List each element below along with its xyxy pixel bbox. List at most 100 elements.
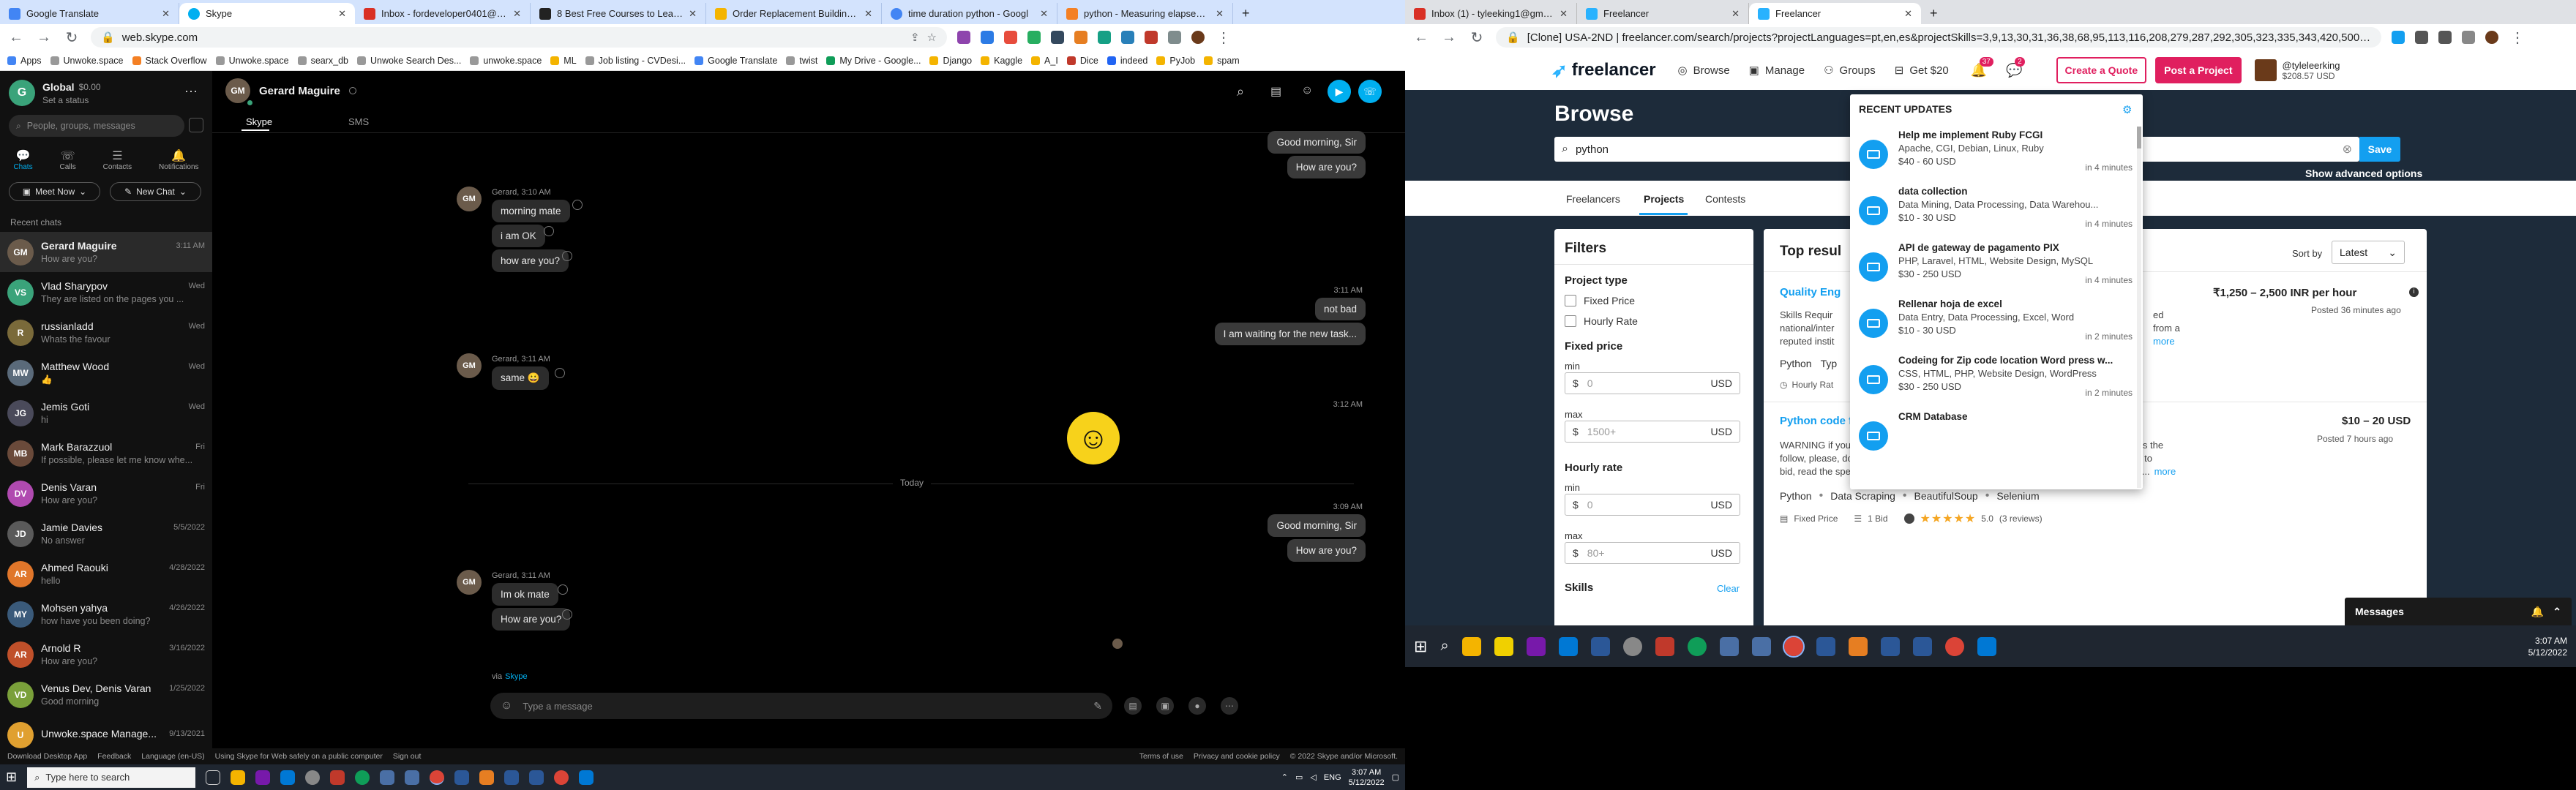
terms-link[interactable]: Terms of use	[1139, 752, 1183, 761]
language-indicator[interactable]: ENG	[1324, 773, 1341, 782]
hourly-min-input[interactable]: $0 USD	[1565, 494, 1740, 516]
nav-groups[interactable]: ⚇ Groups	[1824, 64, 1876, 78]
skype-link[interactable]: Skype	[505, 672, 528, 681]
chat-list-item[interactable]: R russianladd Wed Whats the favour	[0, 312, 212, 353]
bookmark[interactable]: Unwoke.space	[50, 56, 124, 66]
message-bubble[interactable]: I am waiting for the new task...	[1214, 323, 1366, 345]
calendar-icon[interactable]	[280, 770, 296, 785]
windows-start-icon[interactable]: ⊞	[6, 770, 17, 785]
bookmark[interactable]: Job listing - CVDesi...	[585, 56, 686, 66]
chat-list-item[interactable]: VS Vlad Sharypov Wed They are listed on t…	[0, 272, 212, 312]
windows-start-icon[interactable]: ⊞	[1414, 637, 1427, 656]
sublime-icon[interactable]	[1848, 636, 1868, 656]
sticky-notes-icon[interactable]	[1494, 636, 1513, 656]
onenote-icon[interactable]	[1526, 636, 1546, 656]
profile-header[interactable]: G Global $0.00 Set a status	[9, 80, 101, 106]
attach-file-icon[interactable]: ▤	[1124, 697, 1142, 715]
bookmark[interactable]: ML	[550, 56, 577, 66]
notification-icon[interactable]: ▢	[1392, 772, 1399, 782]
skill-tag[interactable]: Selenium	[1996, 490, 2039, 502]
app-icon[interactable]	[380, 770, 395, 785]
vscode-icon[interactable]	[579, 770, 594, 785]
forward-icon[interactable]: →	[1440, 29, 1458, 46]
close-icon[interactable]: ✕	[338, 8, 346, 20]
skill-tag[interactable]: Data Scraping	[1830, 490, 1895, 502]
chat-list-item[interactable]: GM Gerard Maguire 3:11 AM How are you?	[0, 232, 212, 272]
back-icon[interactable]: ←	[1412, 29, 1430, 46]
new-chat-button[interactable]: ✎ New Chat ⌄	[110, 182, 201, 201]
tab-contests[interactable]: Contests	[1705, 193, 1745, 205]
info-icon[interactable]	[348, 87, 356, 94]
skill-tag[interactable]: BeautifulSoup	[1914, 490, 1978, 502]
avatar[interactable]: GM	[457, 187, 482, 211]
avatar[interactable]	[1191, 31, 1205, 44]
update-item[interactable]: data collection Data Mining, Data Proces…	[1850, 180, 2143, 236]
extension-icon[interactable]	[1098, 31, 1111, 44]
message-bubble[interactable]: i am OK	[492, 225, 545, 247]
bookmark[interactable]: Unwoke Search Des...	[357, 56, 461, 66]
tab-stackoverflow[interactable]: python - Measuring elapsed tim ✕	[1057, 3, 1233, 24]
language-link[interactable]: Language (en-US)	[141, 752, 204, 761]
chat-list-item[interactable]: JD Jamie Davies 5/5/2022 No answer	[0, 514, 212, 554]
message-bubble[interactable]: Good morning, Sir	[1268, 514, 1366, 537]
extension-icon[interactable]	[1051, 31, 1064, 44]
app-icon[interactable]	[1590, 636, 1610, 656]
sublime-icon[interactable]	[479, 770, 495, 785]
video-call-icon[interactable]: ▶	[1328, 80, 1351, 103]
taskbar-search[interactable]: ⌕ Type here to search	[27, 767, 196, 788]
share-icon[interactable]: ⇪	[910, 31, 920, 44]
calculator-icon[interactable]	[405, 770, 420, 785]
reload-icon[interactable]: ↻	[63, 29, 80, 47]
nav-get-20[interactable]: ⊟ Get $20	[1895, 64, 1949, 78]
chat-list-item[interactable]: MY Mohsen yahya 4/26/2022 how have you be…	[0, 594, 212, 634]
chat-list-item[interactable]: JG Jemis Goti Wed hi	[0, 393, 212, 433]
safety-link[interactable]: Using Skype for Web safely on a public c…	[215, 752, 383, 761]
message-input[interactable]: Type a message	[523, 701, 592, 712]
chevron-up-icon[interactable]: ⌃	[1281, 772, 1288, 782]
update-item[interactable]: Help me implement Ruby FCGI Apache, CGI,…	[1850, 124, 2143, 180]
reload-icon[interactable]: ↻	[1468, 29, 1486, 47]
message-bubble[interactable]: same 😀	[492, 366, 549, 390]
nav-browse[interactable]: ◎ Browse	[1678, 64, 1730, 78]
tab-google-translate[interactable]: Google Translate ✕	[0, 3, 179, 24]
microphone-icon[interactable]: ●	[1188, 697, 1206, 715]
more-icon[interactable]: ⋯	[1221, 697, 1238, 715]
tab-sms[interactable]: SMS	[348, 116, 369, 127]
user-menu[interactable]: @tyleleerking $208.57 USD	[2254, 59, 2340, 81]
new-tab-button[interactable]: +	[1233, 3, 1259, 24]
volume-icon[interactable]: ◁	[1310, 772, 1316, 782]
app-icon[interactable]	[1880, 636, 1900, 656]
nav-notifications[interactable]: 🔔 Notifications	[159, 148, 198, 171]
tab-skype[interactable]: Skype ✕	[179, 3, 355, 24]
bookmark[interactable]: Stack Overflow	[132, 56, 207, 66]
bookmark[interactable]: Dice	[1066, 56, 1098, 66]
update-item[interactable]: Codeing for Zip code location Word press…	[1850, 349, 2143, 405]
download-app-link[interactable]: Download Desktop App	[7, 752, 87, 761]
vscode-icon[interactable]	[1977, 636, 1996, 656]
scrollbar[interactable]	[2137, 127, 2141, 488]
close-icon[interactable]: ✕	[1040, 8, 1048, 20]
extension-icon[interactable]	[1145, 31, 1158, 44]
update-item[interactable]: CRM Database	[1850, 405, 2143, 462]
media-icon[interactable]	[1655, 636, 1674, 656]
sidebar-icon[interactable]	[2462, 31, 2475, 44]
app-icon[interactable]	[1816, 636, 1835, 656]
bookmark[interactable]: Django	[929, 56, 972, 66]
close-icon[interactable]: ✕	[864, 8, 872, 20]
bookmark[interactable]: twist	[786, 56, 817, 66]
feedback-link[interactable]: Feedback	[97, 752, 131, 761]
chat-list-item[interactable]: VD Venus Dev, Denis Varan 1/25/2022 Good …	[0, 674, 212, 715]
bookmark[interactable]: searx_db	[297, 56, 348, 66]
bookmark[interactable]: Google Translate	[694, 56, 777, 66]
address-bar[interactable]: 🔒 web.skype.com ⇪ ☆	[91, 27, 947, 48]
menu-icon[interactable]: ⋮	[2509, 29, 2526, 47]
tab-freelancers[interactable]: Freelancers	[1566, 193, 1620, 205]
extension-icon[interactable]	[1027, 31, 1041, 44]
bookmark-apps[interactable]: Apps	[7, 56, 42, 66]
media-icon[interactable]	[330, 770, 345, 785]
message-bubble[interactable]: how are you?	[492, 249, 569, 272]
extension-icon[interactable]	[2392, 31, 2405, 44]
more-link[interactable]: more	[2154, 466, 2176, 477]
checkbox[interactable]	[1565, 295, 1576, 306]
tab-courses[interactable]: 8 Best Free Courses to Learn B ✕	[531, 3, 706, 24]
